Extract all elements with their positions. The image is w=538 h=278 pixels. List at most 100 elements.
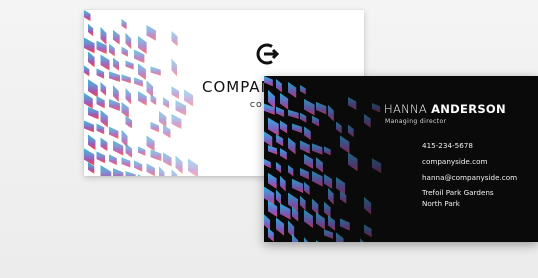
pattern-shard — [109, 154, 117, 165]
pattern-shards — [264, 76, 381, 242]
pattern-shard — [264, 159, 271, 168]
pattern-shard — [172, 169, 178, 176]
circle-arrow-exit-icon — [255, 41, 281, 67]
pattern-shard — [372, 158, 381, 173]
pattern-shard — [138, 174, 145, 176]
pattern-shard — [276, 107, 284, 117]
pattern-shard — [316, 157, 323, 173]
person-name: HANNA ANDERSON — [384, 102, 506, 116]
pattern-shard — [328, 216, 335, 231]
pattern-shard — [97, 124, 105, 135]
job-title: Managing director — [385, 118, 446, 125]
pattern-shard — [151, 150, 162, 162]
pattern-shard — [84, 65, 89, 76]
first-name: HANNA — [384, 102, 427, 116]
pattern-shard — [300, 113, 306, 123]
pattern-shard — [292, 234, 298, 242]
pattern-shard — [151, 122, 159, 132]
pattern-shard — [126, 33, 132, 49]
pattern-shard — [97, 96, 105, 109]
pattern-shard — [264, 131, 272, 146]
pattern-shard — [304, 237, 309, 242]
pattern-shard — [122, 47, 128, 57]
pattern-shard — [126, 88, 132, 104]
pattern-shard — [113, 141, 123, 156]
pattern-shard — [336, 122, 342, 134]
pattern-shard — [364, 197, 371, 215]
pattern-shard — [84, 38, 95, 54]
pattern-shard — [292, 179, 303, 193]
pattern-shard — [348, 97, 356, 110]
pattern-shard — [340, 136, 349, 154]
pattern-shard — [138, 36, 147, 54]
pattern-shard — [84, 121, 94, 133]
pattern-shard — [300, 85, 306, 94]
pattern-shard — [113, 58, 119, 71]
pattern-shard — [88, 79, 98, 97]
pattern-shard — [113, 168, 123, 176]
pattern-shard — [126, 144, 133, 158]
pattern-shard — [109, 71, 120, 82]
pattern-shards — [84, 10, 207, 176]
address-line-1: Trefoil Park Gardens — [422, 188, 494, 197]
pattern-shard — [276, 79, 282, 92]
pattern-shard — [364, 114, 371, 128]
pattern-shard — [159, 166, 164, 176]
pattern-shard — [348, 125, 354, 137]
pattern-shard — [360, 238, 366, 242]
pattern-shard — [188, 159, 198, 177]
pattern-shard — [304, 99, 315, 115]
pattern-shard — [324, 229, 333, 238]
pattern-shard — [172, 59, 177, 77]
pattern-shard — [151, 67, 161, 76]
pattern-shard — [312, 199, 318, 215]
pattern-shard — [109, 127, 118, 139]
pattern-shard — [88, 135, 95, 151]
pattern-shard — [126, 171, 136, 176]
pattern-shard — [159, 111, 166, 127]
pattern-shard — [134, 160, 142, 171]
pattern-shard — [113, 30, 120, 45]
company-tagline: CO — [250, 101, 263, 109]
pattern-shard — [101, 165, 112, 176]
pattern-shard — [122, 74, 131, 83]
pattern-shard — [280, 176, 286, 192]
pattern-shard — [316, 240, 326, 242]
pattern-shard — [336, 232, 344, 242]
pattern-shard — [88, 24, 93, 36]
website: companyside.com — [422, 157, 488, 166]
pattern-shard — [312, 116, 319, 127]
pattern-shard — [288, 82, 296, 98]
pattern-shard — [280, 204, 290, 220]
pattern-shard — [147, 163, 155, 176]
pattern-shard — [292, 124, 302, 133]
pattern-shard — [276, 134, 283, 146]
pattern-shard — [288, 137, 296, 154]
pattern-shard — [288, 165, 293, 176]
pattern-shard — [372, 103, 380, 112]
pattern-shard — [147, 80, 154, 97]
pattern-shard — [147, 25, 156, 41]
pattern-shard — [264, 76, 273, 86]
pattern-shard — [304, 154, 313, 169]
pattern-shard — [340, 219, 350, 231]
pattern-shard — [280, 121, 287, 134]
pattern-shard — [122, 102, 129, 118]
business-card-front: HANNA ANDERSON Managing director 415-234… — [264, 76, 538, 242]
pattern-shard — [304, 210, 313, 228]
pattern-shard — [288, 110, 299, 119]
pattern-shard — [264, 214, 270, 230]
pattern-shard — [134, 50, 144, 64]
pattern-shard — [184, 89, 193, 106]
pattern-shard — [163, 97, 169, 108]
pattern-shard — [134, 77, 143, 87]
pattern-shard — [304, 182, 310, 195]
pattern-shard — [316, 213, 325, 230]
pattern-shard — [268, 145, 277, 154]
geometric-pattern — [264, 76, 394, 242]
pattern-shard — [138, 91, 147, 106]
pattern-shard — [138, 64, 146, 81]
pattern-shard — [324, 202, 331, 218]
pattern-shard — [163, 153, 172, 167]
pattern-shard — [312, 143, 322, 154]
